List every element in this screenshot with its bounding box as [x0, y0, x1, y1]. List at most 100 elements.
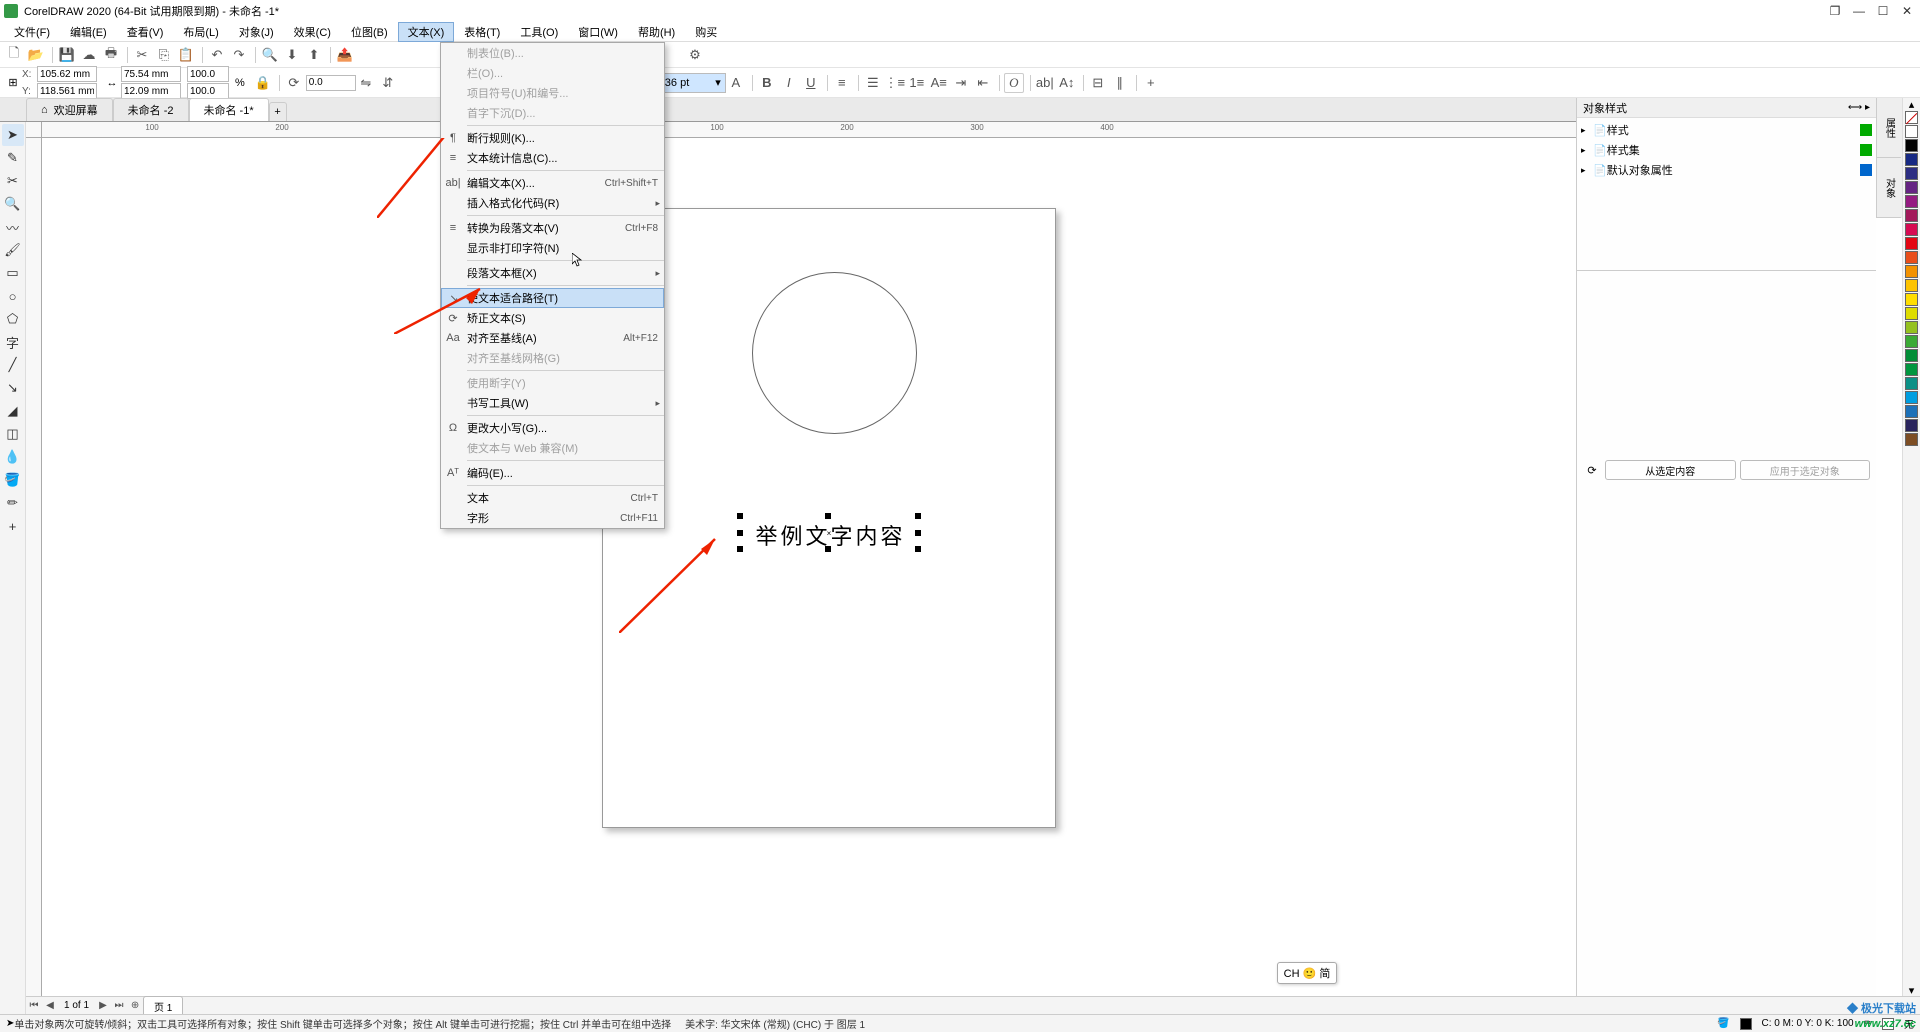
eyedropper-tool-icon[interactable]: 💧 — [2, 446, 24, 468]
outline-tool-icon[interactable]: ✏ — [2, 492, 24, 514]
restore-down-icon[interactable]: ❐ — [1826, 3, 1844, 19]
tab-add-button[interactable]: + — [269, 102, 287, 121]
add-styleset-icon[interactable] — [1860, 144, 1872, 156]
undo-icon[interactable]: ↶ — [207, 45, 227, 65]
bold-icon[interactable]: B — [757, 73, 777, 93]
menu-item[interactable]: Aa对齐至基线(A)Alt+F12 — [441, 328, 664, 348]
docker-tab-properties[interactable]: 属性 — [1877, 98, 1901, 158]
minimize-icon[interactable]: — — [1850, 3, 1868, 19]
color-swatch[interactable] — [1905, 307, 1918, 320]
menu-item[interactable]: 字形Ctrl+F11 — [441, 508, 664, 528]
close-icon[interactable]: ✕ — [1898, 3, 1916, 19]
menu-item[interactable]: ≡文本统计信息(C)... — [441, 148, 664, 168]
menu-item[interactable]: ≡转换为段落文本(V)Ctrl+F8 — [441, 218, 664, 238]
selection-handle[interactable] — [737, 530, 743, 536]
selection-handle[interactable] — [737, 513, 743, 519]
menu-item[interactable]: Ω更改大小写(G)... — [441, 418, 664, 438]
copy-icon[interactable]: ⎘ — [154, 45, 174, 65]
menu-item[interactable]: 文本Ctrl+T — [441, 488, 664, 508]
page-tab[interactable]: 页 1 — [143, 996, 183, 1016]
menu-item[interactable]: 书写工具(W)▸ — [441, 393, 664, 413]
color-swatch[interactable] — [1905, 153, 1918, 166]
fill-swatch[interactable] — [1740, 1018, 1752, 1030]
numbered-icon[interactable]: 1≡ — [907, 73, 927, 93]
mirror-h-icon[interactable]: ⇋ — [356, 73, 376, 93]
save-icon[interactable]: 💾 — [57, 45, 77, 65]
font-size-select[interactable]: 36 pt▾ — [660, 73, 726, 93]
color-swatch[interactable] — [1905, 265, 1918, 278]
bullets-icon[interactable]: ⋮≡ — [885, 73, 905, 93]
tree-item[interactable]: 📄默认对象属性 — [1577, 160, 1876, 180]
from-selection-button[interactable]: 从选定内容 — [1605, 460, 1736, 480]
color-swatch[interactable] — [1905, 125, 1918, 138]
parallel-dim-icon[interactable]: ╱ — [2, 354, 24, 376]
paste-icon[interactable]: 📋 — [176, 45, 196, 65]
text-tool-icon[interactable]: 字 — [2, 331, 24, 353]
maximize-icon[interactable]: ☐ — [1874, 3, 1892, 19]
vertical-text-icon[interactable]: ⊟ — [1088, 73, 1108, 93]
color-swatch[interactable] — [1905, 363, 1918, 376]
add-icon[interactable]: + — [1141, 73, 1161, 93]
color-swatch[interactable] — [1905, 209, 1918, 222]
palette-down-icon[interactable]: ▾ — [1909, 984, 1915, 996]
opentype-icon[interactable]: O — [1004, 73, 1024, 93]
ime-indicator[interactable]: CH 🙂 简 — [1277, 962, 1337, 984]
menu-item[interactable]: ⟳矫正文本(S) — [441, 308, 664, 328]
menu-item[interactable]: 插入格式化代码(R)▸ — [441, 193, 664, 213]
page-prev-icon[interactable]: ◀ — [42, 999, 58, 1013]
circle-object[interactable] — [752, 272, 917, 434]
selection-handle[interactable] — [825, 546, 831, 552]
tree-item[interactable]: 📄样式集 — [1577, 140, 1876, 160]
selection-handle[interactable] — [737, 546, 743, 552]
tab-doc1[interactable]: 未命名 -1* — [189, 98, 269, 121]
italic-icon[interactable]: I — [779, 73, 799, 93]
menu-view[interactable]: 查看(V) — [117, 22, 174, 42]
page-first-icon[interactable]: ⏮ — [26, 999, 42, 1013]
menu-item[interactable]: ¶断行规则(K)... — [441, 128, 664, 148]
x-input[interactable] — [37, 66, 97, 82]
list-icon[interactable]: ☰ — [863, 73, 883, 93]
color-swatch[interactable] — [1905, 349, 1918, 362]
transparency-tool-icon[interactable]: ◫ — [2, 423, 24, 445]
menu-item[interactable]: Aᵀ编码(E)... — [441, 463, 664, 483]
align-icon[interactable]: ≡ — [832, 73, 852, 93]
page-last-icon[interactable]: ⏭ — [111, 999, 127, 1013]
indent-inc-icon[interactable]: ⇥ — [951, 73, 971, 93]
mirror-v-icon[interactable]: ⇵ — [378, 73, 398, 93]
color-swatch[interactable] — [1905, 223, 1918, 236]
no-color-swatch[interactable] — [1905, 111, 1918, 124]
menu-help[interactable]: 帮助(H) — [628, 22, 685, 42]
rotation-input[interactable] — [306, 75, 356, 91]
color-swatch[interactable] — [1905, 293, 1918, 306]
color-swatch[interactable] — [1905, 251, 1918, 264]
menu-tools[interactable]: 工具(O) — [510, 22, 568, 42]
horizontal-text-icon[interactable]: ∥ — [1110, 73, 1130, 93]
tree-item[interactable]: 📄样式 — [1577, 120, 1876, 140]
crop-tool-icon[interactable]: ✂ — [2, 170, 24, 192]
fill-tool-icon[interactable]: 🪣 — [2, 469, 24, 491]
page-next-icon[interactable]: ▶ — [95, 999, 111, 1013]
add-style-icon[interactable] — [1860, 124, 1872, 136]
tab-doc2[interactable]: 未命名 -2 — [113, 98, 189, 121]
menu-item[interactable]: ↘使文本适合路径(T) — [441, 288, 664, 308]
color-swatch[interactable] — [1905, 335, 1918, 348]
menu-item[interactable]: 段落文本框(X)▸ — [441, 263, 664, 283]
menu-item[interactable]: 显示非打印字符(N) — [441, 238, 664, 258]
color-swatch[interactable] — [1905, 377, 1918, 390]
menu-table[interactable]: 表格(T) — [454, 22, 510, 42]
pin-icon[interactable]: ⟷ ▸ — [1848, 102, 1870, 113]
height-input[interactable] — [121, 83, 181, 99]
rectangle-tool-icon[interactable]: ▭ — [2, 262, 24, 284]
search-icon[interactable]: 🔍 — [260, 45, 280, 65]
color-swatch[interactable] — [1905, 391, 1918, 404]
zoom-tool-icon[interactable]: 🔍 — [2, 193, 24, 215]
scaley-input[interactable] — [187, 83, 229, 99]
new-icon[interactable]: 🗋 — [4, 45, 24, 65]
selection-handle[interactable] — [825, 513, 831, 519]
menu-object[interactable]: 对象(J) — [229, 22, 284, 42]
ellipse-tool-icon[interactable]: ○ — [2, 285, 24, 307]
cloud-icon[interactable]: ☁ — [79, 45, 99, 65]
export-icon[interactable]: ⬆ — [304, 45, 324, 65]
color-swatch[interactable] — [1905, 279, 1918, 292]
color-swatch[interactable] — [1905, 195, 1918, 208]
